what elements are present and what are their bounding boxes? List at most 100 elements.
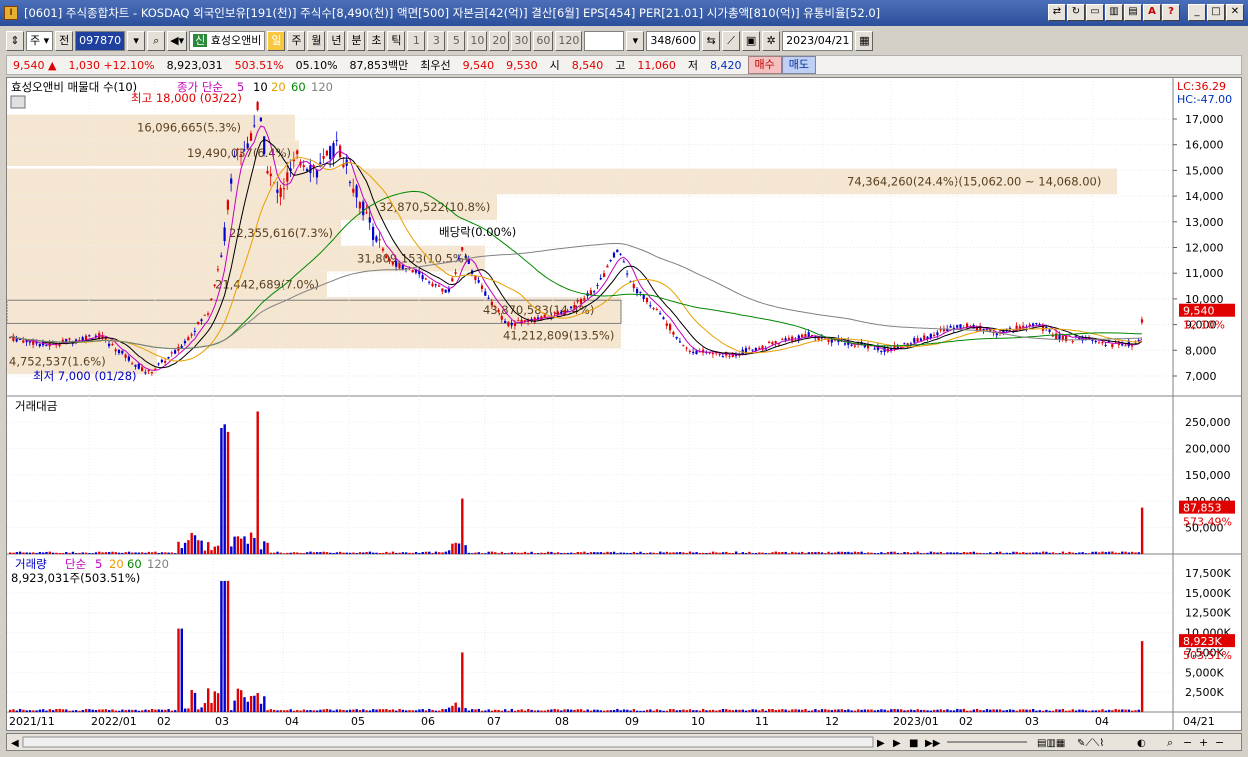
amount-bar bbox=[834, 552, 837, 554]
interval-3[interactable]: 3 bbox=[427, 31, 446, 51]
candle-body bbox=[253, 125, 256, 127]
compare-icon[interactable]: ⇆ bbox=[702, 31, 721, 51]
search-icon[interactable]: ⌕ bbox=[147, 31, 166, 51]
period-tick[interactable]: 틱 bbox=[387, 31, 406, 51]
period-second[interactable]: 초 bbox=[367, 31, 386, 51]
volume-bar bbox=[213, 691, 216, 712]
amount-bar bbox=[959, 552, 962, 554]
price-axis-label: 16,000 bbox=[1185, 139, 1224, 152]
amount-bar bbox=[78, 552, 81, 554]
interval-20[interactable]: 20 bbox=[489, 31, 510, 51]
period-minute[interactable]: 분 bbox=[347, 31, 366, 51]
amount-bar bbox=[457, 543, 461, 554]
company-name-box[interactable]: 신 효성오앤비 bbox=[189, 31, 266, 51]
grid-toggle-icon[interactable] bbox=[10, 95, 26, 109]
interval-5[interactable]: 5 bbox=[447, 31, 466, 51]
amount-bar bbox=[1074, 553, 1078, 554]
code-dropdown-icon[interactable]: ▾ bbox=[127, 31, 146, 51]
amount-bar bbox=[213, 546, 216, 554]
candle-body bbox=[358, 202, 361, 209]
interval-30[interactable]: 30 bbox=[511, 31, 532, 51]
split-icon[interactable]: ▥ bbox=[1105, 4, 1123, 21]
volume-bar bbox=[249, 695, 253, 712]
refresh-icon[interactable]: ↻ bbox=[1067, 4, 1085, 21]
interval-10[interactable]: 10 bbox=[467, 31, 488, 51]
amount-bar bbox=[1114, 552, 1117, 554]
period-year[interactable]: 년 bbox=[327, 31, 346, 51]
interval-1[interactable]: 1 bbox=[407, 31, 426, 51]
candle-body bbox=[461, 247, 464, 251]
prev-button[interactable]: 전 bbox=[55, 31, 74, 51]
volume-profile-layer: 16,096,665(5.3%)19,490,037(6.4%)74,364,2… bbox=[6, 114, 1117, 375]
buy-button[interactable]: 매수 bbox=[747, 56, 782, 74]
volume-bar bbox=[78, 710, 81, 712]
layout-icon[interactable]: ▤▥▦ bbox=[1037, 738, 1065, 749]
scroll-track[interactable] bbox=[22, 736, 874, 748]
pin-icon[interactable]: ⇕ bbox=[6, 31, 24, 51]
chart-svg[interactable]: 16,096,665(5.3%)19,490,037(6.4%)74,364,2… bbox=[6, 78, 1241, 730]
period-day[interactable]: 일 bbox=[267, 31, 286, 51]
volume-bar bbox=[777, 709, 781, 712]
minimize-icon[interactable]: _ bbox=[1188, 4, 1206, 21]
interval-dropdown-icon[interactable]: ▾ bbox=[626, 31, 645, 51]
chart-icon[interactable]: ▤ bbox=[1124, 4, 1142, 21]
amount-bar bbox=[669, 552, 672, 554]
period-week[interactable]: 주 bbox=[287, 31, 306, 51]
volume-bar bbox=[447, 707, 451, 712]
volume-bar bbox=[236, 688, 240, 712]
amount-bar bbox=[114, 552, 117, 554]
candle-body bbox=[642, 294, 645, 299]
amount-bar bbox=[428, 551, 431, 554]
play-icon[interactable]: ▶ bbox=[893, 738, 901, 749]
stop-icon[interactable]: ■ bbox=[909, 738, 918, 749]
amount-bar bbox=[55, 552, 58, 554]
help-icon[interactable]: ? bbox=[1162, 4, 1180, 21]
scroll-left-icon[interactable]: ◀ bbox=[11, 738, 19, 749]
amount-bar bbox=[1137, 552, 1140, 554]
code-input[interactable]: 097870 bbox=[75, 31, 126, 51]
volume-bar bbox=[127, 709, 131, 712]
interval-60[interactable]: 60 bbox=[533, 31, 554, 51]
candle-body bbox=[81, 337, 84, 341]
scroll-right-icon[interactable]: ▶ bbox=[877, 738, 885, 749]
period-month[interactable]: 월 bbox=[307, 31, 326, 51]
candle-body bbox=[1008, 327, 1012, 329]
fast-forward-icon[interactable]: ▶▶ bbox=[925, 738, 941, 749]
amount-bar bbox=[451, 543, 454, 554]
amount-bar bbox=[81, 552, 84, 554]
tools-icon[interactable]: ✎⟋⟍⌇ bbox=[1077, 738, 1104, 749]
volume-bar bbox=[576, 709, 579, 712]
count-box[interactable]: 348/600 bbox=[646, 31, 701, 51]
palette-icon[interactable]: ◐ bbox=[1137, 738, 1146, 749]
zoom-in-icon[interactable]: ⌕ bbox=[1167, 736, 1173, 749]
status-svg: ◀ ▶ ▶ ■ ▶▶ ▤▥▦ ✎⟋⟍⌇ ◐ ⌕ − + − bbox=[11, 736, 1224, 749]
zoom-out-icon[interactable]: − bbox=[1215, 736, 1224, 749]
interval-input[interactable] bbox=[584, 31, 625, 51]
amount-bar bbox=[134, 552, 137, 554]
amount-bar bbox=[38, 552, 42, 554]
speaker-icon[interactable]: ◀▾ bbox=[167, 31, 188, 51]
link-icon[interactable]: ⇄ bbox=[1048, 4, 1066, 21]
volume-bar bbox=[1127, 709, 1131, 712]
amount-bar bbox=[784, 551, 787, 554]
amount-bar bbox=[916, 551, 919, 554]
calendar-icon[interactable]: ▦ bbox=[855, 31, 874, 51]
interval-120[interactable]: 120 bbox=[555, 31, 583, 51]
candle-body bbox=[500, 315, 503, 320]
chart-area[interactable]: 16,096,665(5.3%) 19,490,037(6.4%) 74,364,2… bbox=[6, 77, 1242, 731]
zoom-plus-icon[interactable]: + bbox=[1199, 736, 1208, 749]
type-select[interactable]: 주 ▾ bbox=[26, 31, 54, 51]
zoom-minus-icon[interactable]: − bbox=[1183, 736, 1192, 749]
trend-icon[interactable]: ⟋ bbox=[722, 31, 741, 51]
maximize-icon[interactable]: □ bbox=[1207, 4, 1225, 21]
window-icon[interactable]: ▭ bbox=[1086, 4, 1104, 21]
candle-body bbox=[1104, 344, 1107, 346]
candle-body bbox=[804, 334, 807, 337]
candle-body bbox=[226, 200, 229, 210]
close-icon[interactable]: ✕ bbox=[1226, 4, 1244, 21]
alert-icon[interactable]: A bbox=[1143, 4, 1161, 21]
date-input[interactable]: 2023/04/21 bbox=[782, 31, 854, 51]
settings-icon[interactable]: ✲ bbox=[762, 31, 781, 51]
sell-button[interactable]: 매도 bbox=[781, 56, 817, 74]
save-icon[interactable]: ▣ bbox=[742, 31, 761, 51]
